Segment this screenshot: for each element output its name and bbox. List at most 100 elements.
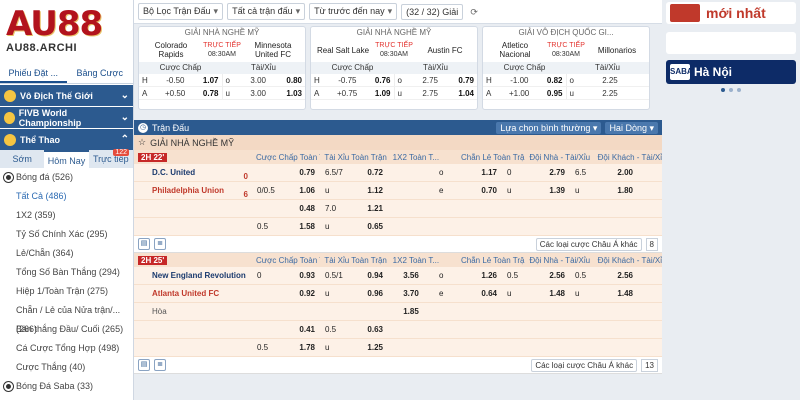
handicap-odds[interactable]: H -1.00 0.82 xyxy=(483,74,566,86)
handicap-odds[interactable]: A +0.50 0.78 xyxy=(139,87,222,99)
odds-cell[interactable]: 6.5/7 0.72 xyxy=(320,168,388,177)
over-under-odds[interactable]: u 2.25 xyxy=(565,87,650,99)
section-world-cup[interactable]: Vô Địch Thế Giới ⌄ xyxy=(0,84,133,106)
odds-cell[interactable]: 0.41 xyxy=(252,325,320,334)
league-header[interactable]: ☆ GIẢI NHÀ NGHỀ MỸ xyxy=(134,135,662,150)
odds-cell[interactable]: 0.79 xyxy=(252,168,320,177)
odds-text: 1.48 xyxy=(549,289,565,298)
over-under-odds[interactable]: o 2.75 0.79 xyxy=(393,74,478,86)
view-dropdown[interactable]: Hai Dòng ▾ xyxy=(605,121,658,134)
odds-cell[interactable]: 3.70 xyxy=(388,289,434,298)
tab-early[interactable]: Sớm xyxy=(0,150,44,168)
saba-banner[interactable]: SABA Hà Nội xyxy=(666,60,796,84)
odds-cell[interactable]: 0 0.93 xyxy=(252,271,320,280)
promo-banner-2[interactable] xyxy=(666,32,796,54)
stats-icon[interactable]: ▤ xyxy=(138,359,150,371)
handicap-odds[interactable]: H -0.50 1.07 xyxy=(139,74,222,86)
odds-cell[interactable]: u 1.12 xyxy=(320,186,388,195)
sport-list-item[interactable]: Cược Thắng (40) xyxy=(0,358,133,377)
tab-bet-list[interactable]: Bảng Cược xyxy=(67,62,134,83)
over-under-label: Tài/Xỉu xyxy=(251,63,276,72)
over-under-odds[interactable]: o 3.00 0.80 xyxy=(221,74,306,86)
featured-match-card[interactable]: GIẢI NHÀ NGHỀ MỸ Colorado Rapids TRỰC TIẾP… xyxy=(138,26,306,110)
odds-cell[interactable]: 3.56 xyxy=(388,271,434,280)
section-fivb[interactable]: FIVB World Championship ⌄ xyxy=(0,106,133,128)
odds-cell[interactable]: u 0.96 xyxy=(320,289,388,298)
odds-cell[interactable]: 0.92 xyxy=(252,289,320,298)
odds-cell[interactable]: u 1.48 xyxy=(502,289,570,298)
odds-cell[interactable]: 1.85 xyxy=(388,307,434,316)
sport-list-item[interactable]: Bàn thắng Đầu/ Cuối (265) xyxy=(0,320,133,339)
sort-dropdown[interactable]: Lựa chọn bình thường ▾ xyxy=(496,121,602,134)
market-count[interactable]: 8 xyxy=(645,237,658,251)
odds-cell[interactable]: e 0.70 xyxy=(434,186,502,195)
odds-cell[interactable]: o 1.17 xyxy=(434,168,502,177)
time-range-dropdown[interactable]: Từ trước đến nay ▾ xyxy=(309,3,398,20)
odds-cell[interactable]: 0.5 1.78 xyxy=(252,343,320,352)
right-banners: mới nhất SABA Hà Nội xyxy=(662,0,800,400)
more-markets-dropdown[interactable]: Các loại cược Châu Á khác xyxy=(531,358,638,372)
odds-cell[interactable]: 7.0 1.21 xyxy=(320,204,388,213)
sport-list-item[interactable]: Hiệp 1/Toàn Trận (275) xyxy=(0,282,133,301)
section-sports[interactable]: Thể Thao ⌃ xyxy=(0,128,133,150)
odds-cell[interactable]: u 1.80 xyxy=(570,186,638,195)
sport-list-item[interactable]: Bóng đá (526) xyxy=(0,168,133,187)
odds-text: 0.5 xyxy=(575,271,587,280)
odds-cell[interactable]: u 1.39 xyxy=(502,186,570,195)
odds-cell[interactable]: 0.5 2.56 xyxy=(502,271,570,280)
list-icon[interactable]: ≣ xyxy=(154,238,166,250)
handicap-line: +0.50 xyxy=(165,89,186,98)
odds-cell[interactable]: 0.5 1.58 xyxy=(252,222,320,231)
odds-text: 0.5/1 xyxy=(325,271,343,280)
home-score: 0 xyxy=(243,172,248,181)
home-team[interactable]: New England Revolution xyxy=(134,271,252,280)
match-filter-dropdown[interactable]: Bộ Lọc Trận Đấu ▾ xyxy=(138,3,224,20)
odds-cell[interactable]: e 0.64 xyxy=(434,289,502,298)
sport-list-item[interactable]: Tỷ Số Chính Xác (295) xyxy=(0,225,133,244)
odds-cell[interactable]: 0.5 0.63 xyxy=(320,325,388,334)
all-matches-dropdown[interactable]: Tất cả trận đấu ▾ xyxy=(227,3,306,20)
odds-cell[interactable]: o 1.26 xyxy=(434,271,502,280)
sport-list-item[interactable]: Tất Cả (486) xyxy=(0,187,133,206)
more-markets-dropdown[interactable]: Các loại cược Châu Á khác xyxy=(535,237,642,251)
odds-cell[interactable]: 0.48 xyxy=(252,204,320,213)
sport-list-item[interactable]: Bóng Đá Saba (33) xyxy=(0,377,133,396)
sport-list-item[interactable]: Chẵn / Lẻ của Nửa trận/... (266) xyxy=(0,301,133,334)
over-under-odds[interactable]: u 2.75 1.04 xyxy=(393,87,478,99)
match-list-header: ◷ Trận Đấu Lựa chọn bình thường ▾ Hai Dò… xyxy=(134,120,662,135)
over-under-odds[interactable]: u 3.00 1.03 xyxy=(221,87,306,99)
handicap-odds[interactable]: A +1.00 0.95 xyxy=(483,87,566,99)
banner-pager[interactable] xyxy=(662,88,800,92)
away-team[interactable]: Atlanta United FC xyxy=(134,289,252,298)
odds-cell[interactable]: 0.5/1 0.94 xyxy=(320,271,388,280)
tab-betslip[interactable]: Phiếu Đặt ... xyxy=(0,62,67,83)
featured-match-card[interactable]: GIẢI VÔ ĐỊCH QUỐC GI... Atletico Nacional… xyxy=(482,26,650,110)
odds-cell[interactable]: 0.5 2.56 xyxy=(570,271,638,280)
handicap-odds[interactable]: A +0.75 1.09 xyxy=(311,87,394,99)
market-header: Tài Xỉu Toàn Trận xyxy=(324,152,387,162)
list-icon[interactable]: ≣ xyxy=(154,359,166,371)
market-count[interactable]: 13 xyxy=(641,358,658,372)
away-team[interactable]: Philadelphia Union 6 xyxy=(134,186,252,199)
stats-icon[interactable]: ▤ xyxy=(138,238,150,250)
league-count-dropdown[interactable]: (32 / 32) Giải xyxy=(401,3,464,20)
over-under-odds[interactable]: o 2.25 xyxy=(565,74,650,86)
promo-banner-1[interactable]: mới nhất xyxy=(666,2,796,24)
star-icon[interactable]: ☆ xyxy=(138,137,146,148)
odds-cell[interactable]: u 0.65 xyxy=(320,222,388,231)
odds-cell[interactable]: 6.5 2.00 xyxy=(570,168,638,177)
home-team[interactable]: D.C. United 0 xyxy=(134,168,252,181)
sport-list-item[interactable]: Lẻ/Chẵn (364) xyxy=(0,244,133,263)
tab-today[interactable]: Hôm Nay xyxy=(44,150,89,168)
sport-list-item[interactable]: Cá Cược Tổng Hợp (498) xyxy=(0,339,133,358)
site-logo[interactable]: AU88 AU88.ARCHI xyxy=(0,0,133,62)
odds-cell[interactable]: u 1.48 xyxy=(570,289,638,298)
featured-match-card[interactable]: GIẢI NHÀ NGHỀ MỸ Real Salt Lake TRỰC TIẾP 0… xyxy=(310,26,478,110)
sport-list-item[interactable]: Tổng Số Bàn Thắng (294) xyxy=(0,263,133,282)
odds-cell[interactable]: u 1.25 xyxy=(320,343,388,352)
odds-cell[interactable]: 0/0.5 1.06 xyxy=(252,186,320,195)
refresh-icon[interactable]: ⟳ xyxy=(467,5,481,19)
odds-cell[interactable]: 0 2.79 xyxy=(502,168,570,177)
handicap-odds[interactable]: H -0.75 0.76 xyxy=(311,74,394,86)
sport-list-item[interactable]: 1X2 (359) xyxy=(0,206,133,225)
